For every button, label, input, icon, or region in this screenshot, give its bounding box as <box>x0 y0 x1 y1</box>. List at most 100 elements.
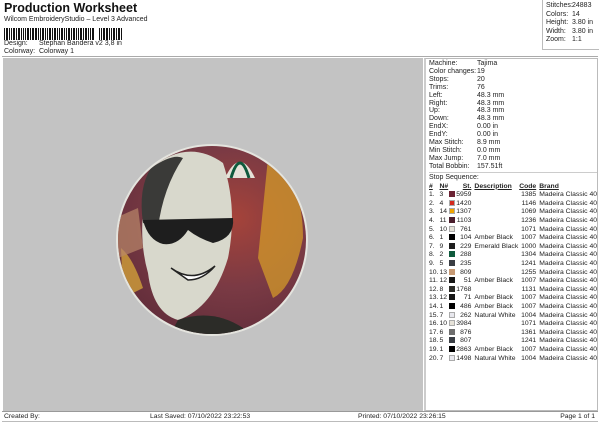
thread-description <box>471 226 519 235</box>
thread-code: 1241 <box>521 337 537 345</box>
barcode-bar <box>106 28 108 40</box>
thread-brand: Madeira Classic 40 <box>539 208 597 216</box>
stat-value: 48.3 mm <box>477 99 505 107</box>
needle-number: 7 <box>439 354 444 362</box>
col-header-needle: N# <box>439 182 449 190</box>
barcode-bar <box>38 28 39 40</box>
needle-number: 7 <box>439 311 444 319</box>
color-swatch <box>449 268 456 275</box>
barcode-bar <box>49 28 51 40</box>
thread-code: 1385 <box>521 191 537 199</box>
needle-number: 3 <box>439 191 444 199</box>
thread-brand: Madeira Classic 40 <box>539 277 597 285</box>
stat-row: Color changes:19 <box>429 68 597 76</box>
barcode-bar <box>103 28 105 40</box>
stat-row: Max Stitch: 8.9 mm <box>429 139 597 147</box>
stop-row: 16. 10 3984 1071 Madeira Classic 40 <box>429 320 597 329</box>
summary-row: Colors: 14 <box>546 11 599 20</box>
needle-number: 5 <box>439 260 444 268</box>
needle-number: 4 <box>439 199 444 207</box>
thread-brand: Madeira Classic 40 <box>539 320 597 328</box>
design-row: Design: Stephan Bandera v2 3,8 in <box>4 40 122 47</box>
color-swatch <box>449 320 456 327</box>
barcode-bar <box>45 28 46 40</box>
stat-value: Tajima <box>477 60 498 67</box>
barcode-bar <box>32 28 34 40</box>
needle-number: 11 <box>439 217 447 225</box>
stat-row: Left: 48.3 mm <box>429 92 597 100</box>
barcode-bar <box>57 28 58 40</box>
stop-index: 9. <box>429 260 435 268</box>
stat-row: Trims: 76 <box>429 84 597 92</box>
stat-value: 0.0 mm <box>477 146 501 154</box>
summary-value: 14 <box>572 10 580 18</box>
barcode-bar <box>54 28 56 40</box>
barcode-bar <box>71 28 72 40</box>
col-header-stitches: St. <box>462 182 472 190</box>
thread-code: 1236 <box>521 217 537 225</box>
thread-description: Amber Black <box>474 303 513 310</box>
info-panel: document.write([...Array(14).keys()].map… <box>424 58 598 411</box>
stop-index: 19. <box>429 345 439 353</box>
stop-row: 17. 6 876 1361 Madeira Classic 40 <box>429 328 597 338</box>
stat-value: 7.0 mm <box>477 154 501 162</box>
thread-brand: Madeira Classic 40 <box>539 303 597 310</box>
stat-value: 48.3 mm <box>477 91 505 99</box>
stitch-count: 1420 <box>456 199 472 207</box>
barcode-bar <box>25 28 26 40</box>
summary-label: Zoom: <box>546 36 566 43</box>
barcode-bar <box>92 28 94 40</box>
thread-brand: Madeira Classic 40 <box>539 251 597 259</box>
needle-number: 1 <box>439 234 444 242</box>
stop-row: 3. 14 1307 1069 Madeira Classic 40 <box>429 208 597 217</box>
thread-code: 1004 <box>521 311 537 319</box>
stat-row: Up: 48.3 mm <box>429 107 597 115</box>
stop-row: 4. 11 1103 1236 Madeira Classic 40 <box>429 217 597 226</box>
thread-description <box>471 320 519 329</box>
needle-number: 12 <box>439 277 448 285</box>
color-swatch <box>449 337 456 344</box>
stat-label: Down: <box>429 115 449 123</box>
colorway-label: Colorway: <box>4 48 36 55</box>
stop-index: 20. <box>429 354 439 362</box>
stop-row: 8. 2 288 1304 Madeira Classic 40 <box>429 251 597 260</box>
thread-code: 1069 <box>521 208 537 216</box>
stitch-count: 1498 <box>456 354 472 362</box>
stop-row: 6. 1 104 Amber Black 1007 Madeira Classi… <box>429 234 597 243</box>
stitch-count: 5959 <box>456 191 472 199</box>
thread-description <box>471 269 519 278</box>
stat-row: Total Bobbin: 157.51ft <box>429 163 597 171</box>
stop-row: 9. 5 235 1241 Madeira Classic 40 <box>429 260 597 269</box>
summary-row: Zoom: 1:1 <box>546 36 599 45</box>
stitch-count: 262 <box>460 311 472 319</box>
design-preview <box>3 58 423 411</box>
stop-index: 7. <box>429 242 435 250</box>
thread-description: Natural White <box>474 354 516 362</box>
summary-label: Width: <box>546 27 566 35</box>
stop-index: 1. <box>429 191 435 199</box>
stat-value: 48.3 mm <box>477 115 505 123</box>
thread-brand: Madeira Classic 40 <box>539 225 597 233</box>
stitch-count: 807 <box>460 337 472 345</box>
stop-row: 14. 1 486 Amber Black 1007 Madeira Class… <box>429 303 597 312</box>
thread-description <box>471 337 519 346</box>
barcode-bar <box>61 28 63 40</box>
col-header-description: Description <box>474 182 512 190</box>
color-swatch <box>449 285 456 292</box>
thread-brand: Madeira Classic 40 <box>539 191 597 199</box>
barcode <box>4 28 123 40</box>
thread-description <box>471 260 519 269</box>
needle-number: 8 <box>439 285 444 293</box>
needle-number: 5 <box>439 337 444 345</box>
barcode-bar <box>101 28 102 40</box>
summary-value: 3.80 in <box>572 19 594 26</box>
thread-description: Natural White <box>474 311 516 319</box>
stat-label: EndX: <box>429 123 449 131</box>
thread-code: 1241 <box>521 260 537 268</box>
needle-number: 10 <box>439 320 448 328</box>
color-swatch <box>449 311 456 318</box>
barcode-bar <box>47 28 48 40</box>
barcode-bar <box>35 28 37 40</box>
stat-value: 8.9 mm <box>477 139 501 147</box>
stat-label: Max Stitch: <box>429 139 464 147</box>
